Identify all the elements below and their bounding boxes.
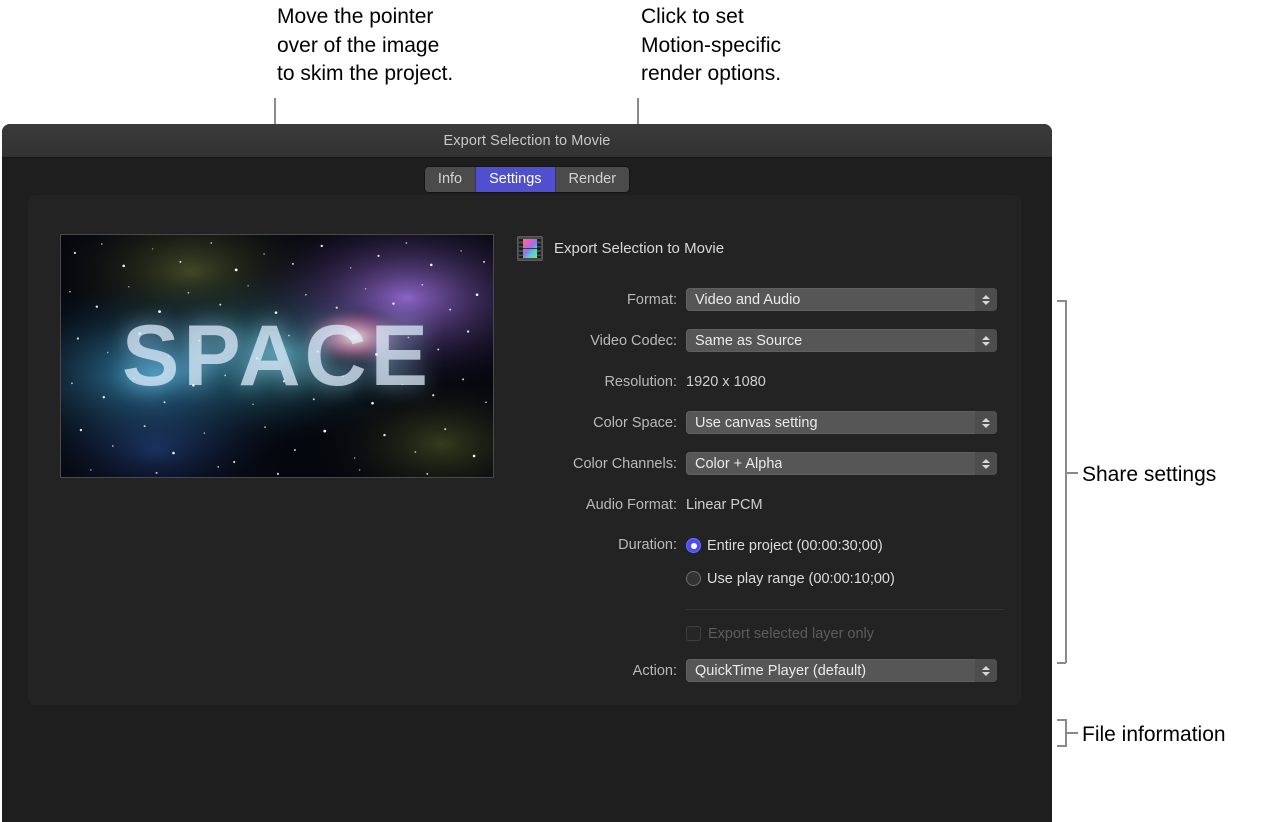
duration-option-entire-project-label: Entire project (00:00:30;00) — [707, 538, 883, 554]
color-channels-select[interactable]: Color + Alpha — [686, 452, 997, 475]
bracket-share-settings-vertical — [1065, 300, 1067, 663]
form-divider — [686, 609, 1004, 610]
window-title: Export Selection to Movie — [444, 133, 611, 149]
bracket-file-info-bottom — [1057, 745, 1066, 747]
field-row-resolution: Resolution: 1920 x 1080 — [517, 370, 997, 393]
duration-label: Duration: — [517, 534, 686, 557]
field-row-format: Format: Video and Audio — [517, 288, 997, 311]
video-codec-select[interactable]: Same as Source — [686, 329, 997, 352]
audio-format-value: Linear PCM — [686, 497, 763, 513]
film-strip-icon — [517, 236, 543, 261]
field-row-video-codec: Video Codec: Same as Source — [517, 329, 997, 352]
form-heading-row: Export Selection to Movie — [517, 234, 997, 262]
chevron-updown-icon[interactable] — [975, 411, 997, 434]
radio-unselected-icon[interactable] — [686, 571, 701, 586]
bracket-share-settings-tick — [1065, 472, 1078, 474]
chevron-updown-icon[interactable] — [975, 288, 997, 311]
color-channels-label: Color Channels: — [517, 456, 686, 472]
screenshot-root: Move the pointer over of the image to sk… — [0, 0, 1288, 822]
color-channels-value: Color + Alpha — [686, 456, 782, 472]
resolution-label: Resolution: — [517, 374, 686, 390]
tab-group: Info Settings Render — [425, 167, 629, 192]
field-row-audio-format: Audio Format: Linear PCM — [517, 493, 997, 516]
annotation-file-information: File information — [1082, 721, 1226, 750]
form-heading-label: Export Selection to Movie — [554, 240, 724, 257]
resolution-value: 1920 x 1080 — [686, 374, 766, 390]
bracket-file-info-top — [1057, 719, 1066, 721]
bracket-share-settings-top — [1057, 300, 1066, 302]
video-codec-label: Video Codec: — [517, 333, 686, 349]
annotation-skim-project: Move the pointer over of the image to sk… — [277, 3, 453, 89]
tab-info[interactable]: Info — [425, 167, 476, 192]
thumbnail-title-text: SPACE — [61, 235, 493, 477]
chevron-updown-icon[interactable] — [975, 452, 997, 475]
bracket-share-settings-bottom — [1057, 662, 1066, 664]
tab-settings[interactable]: Settings — [476, 167, 555, 192]
tab-render[interactable]: Render — [556, 167, 630, 192]
field-row-duration: Duration: Entire project (00:00:30;00) U… — [517, 534, 997, 661]
bracket-file-info-tick — [1065, 732, 1078, 734]
action-select[interactable]: QuickTime Player (default) — [686, 659, 997, 682]
action-value: QuickTime Player (default) — [686, 663, 866, 679]
export-selected-layer-only-row: Export selected layer only — [686, 622, 1004, 645]
export-selected-layer-only-label: Export selected layer only — [708, 626, 874, 642]
settings-panel: SPACE Export Selection to Movie Format: … — [28, 195, 1021, 705]
chevron-updown-icon[interactable] — [975, 659, 997, 682]
share-settings-form: Export Selection to Movie Format: Video … — [517, 234, 997, 700]
field-row-color-space: Color Space: Use canvas setting — [517, 411, 997, 434]
annotation-share-settings: Share settings — [1082, 461, 1216, 490]
tab-bar: Info Settings Render — [2, 158, 1052, 200]
color-space-value: Use canvas setting — [686, 415, 818, 431]
format-select[interactable]: Video and Audio — [686, 288, 997, 311]
field-row-color-channels: Color Channels: Color + Alpha — [517, 452, 997, 475]
format-label: Format: — [517, 292, 686, 308]
duration-option-play-range[interactable]: Use play range (00:00:10;00) — [686, 567, 1004, 590]
color-space-label: Color Space: — [517, 415, 686, 431]
radio-selected-icon[interactable] — [686, 538, 701, 553]
project-preview-thumbnail[interactable]: SPACE — [60, 234, 494, 478]
format-value: Video and Audio — [686, 292, 800, 308]
annotation-render-options: Click to set Motion-specific render opti… — [641, 3, 781, 89]
window-titlebar[interactable]: Export Selection to Movie — [2, 124, 1052, 158]
action-label: Action: — [517, 663, 686, 679]
audio-format-label: Audio Format: — [517, 497, 686, 513]
video-codec-value: Same as Source — [686, 333, 802, 349]
color-space-select[interactable]: Use canvas setting — [686, 411, 997, 434]
chevron-updown-icon[interactable] — [975, 329, 997, 352]
checkbox-unchecked-icon — [686, 626, 701, 641]
field-row-action: Action: QuickTime Player (default) — [517, 659, 997, 682]
duration-option-play-range-label: Use play range (00:00:10;00) — [707, 571, 895, 587]
duration-option-entire-project[interactable]: Entire project (00:00:30;00) — [686, 534, 1004, 557]
